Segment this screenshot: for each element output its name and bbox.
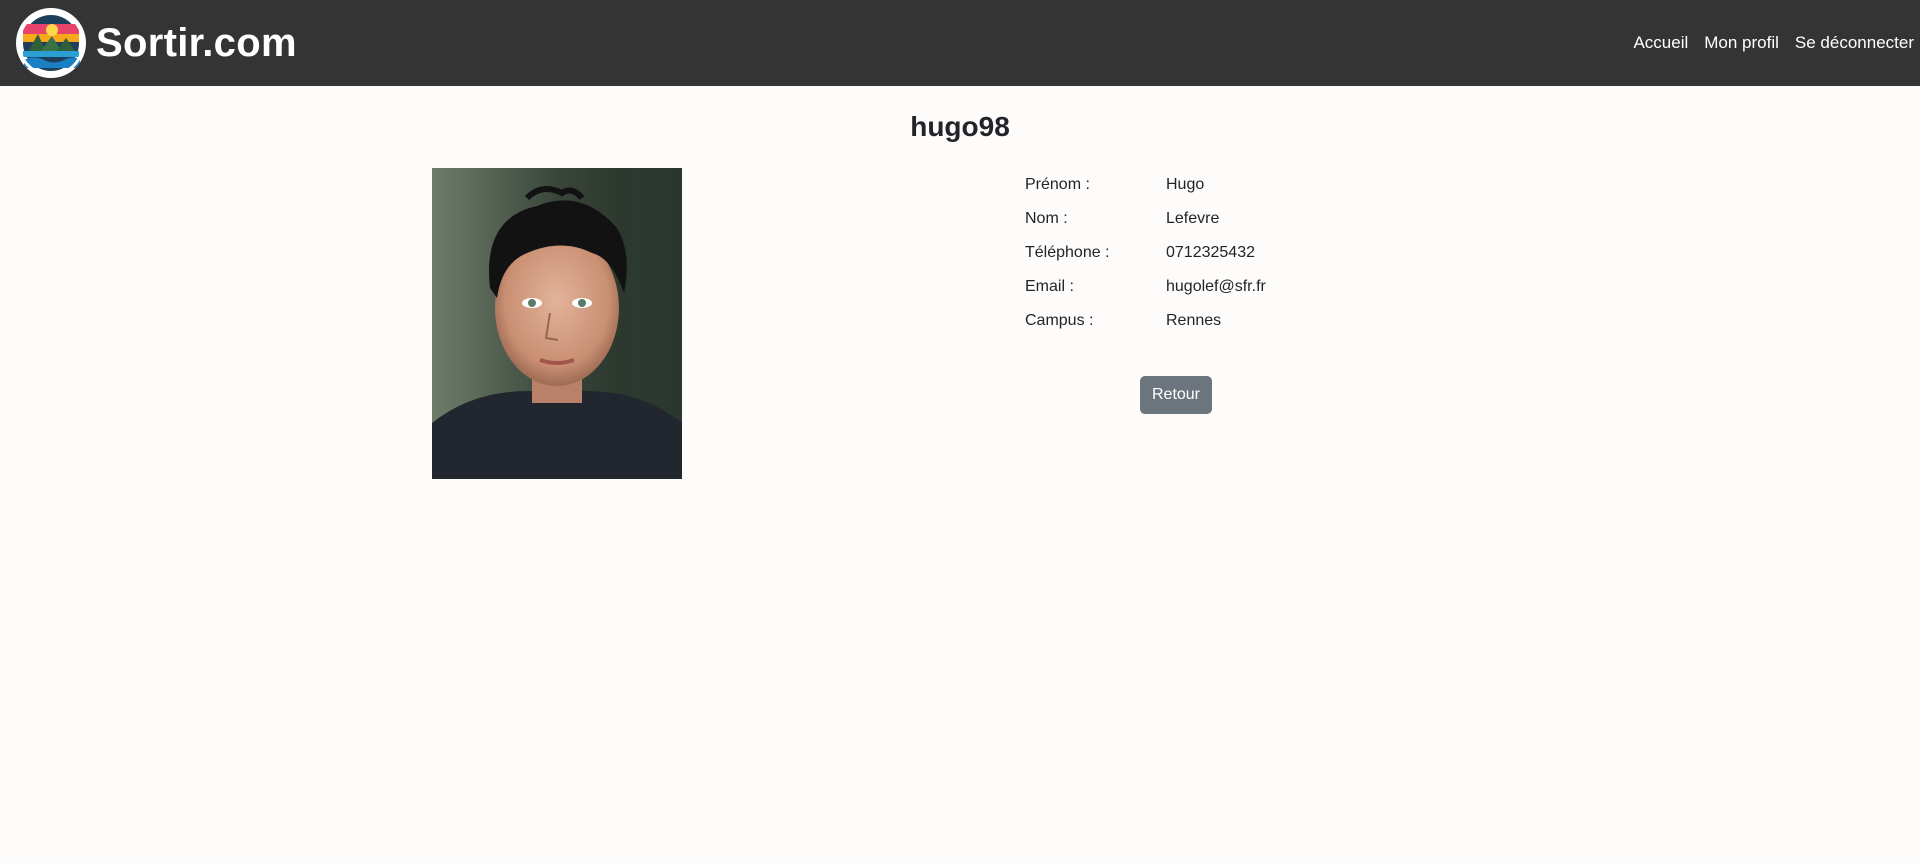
value-email: hugolef@sfr.fr — [1166, 278, 1266, 295]
back-button[interactable]: Retour — [1140, 376, 1212, 414]
nav-links: Accueil Mon profil Se déconnecter — [1617, 0, 1914, 86]
sortir-logo-icon — [16, 8, 86, 78]
label-nom: Nom : — [1025, 210, 1068, 227]
page-title: hugo98 — [910, 111, 1010, 142]
label-prenom: Prénom : — [1025, 176, 1090, 193]
label-campus: Campus : — [1025, 312, 1094, 329]
info-row-campus: Campus : Rennes — [1025, 304, 1266, 338]
label-telephone: Téléphone : — [1025, 244, 1110, 261]
brand-name: Sortir.com — [96, 20, 297, 65]
value-prenom: Hugo — [1166, 176, 1205, 193]
profile-photo — [432, 168, 682, 479]
value-nom: Lefevre — [1166, 210, 1220, 227]
label-email: Email : — [1025, 278, 1074, 295]
nav-link-se-deconnecter[interactable]: Se déconnecter — [1795, 33, 1914, 53]
value-telephone: 0712325432 — [1166, 244, 1255, 261]
info-row-nom: Nom : Lefevre — [1025, 202, 1266, 236]
info-row-telephone: Téléphone : 0712325432 — [1025, 236, 1266, 270]
info-row-prenom: Prénom : Hugo — [1025, 168, 1266, 202]
profile-info: Prénom : Hugo Nom : Lefevre Téléphone : … — [1025, 168, 1266, 338]
top-navbar: Sortir.com Accueil Mon profil Se déconne… — [0, 0, 1920, 86]
info-row-email: Email : hugolef@sfr.fr — [1025, 270, 1266, 304]
value-campus: Rennes — [1166, 312, 1222, 329]
nav-link-mon-profil[interactable]: Mon profil — [1704, 33, 1779, 53]
nav-link-accueil[interactable]: Accueil — [1633, 33, 1688, 53]
brand-link[interactable]: Sortir.com — [16, 8, 297, 78]
